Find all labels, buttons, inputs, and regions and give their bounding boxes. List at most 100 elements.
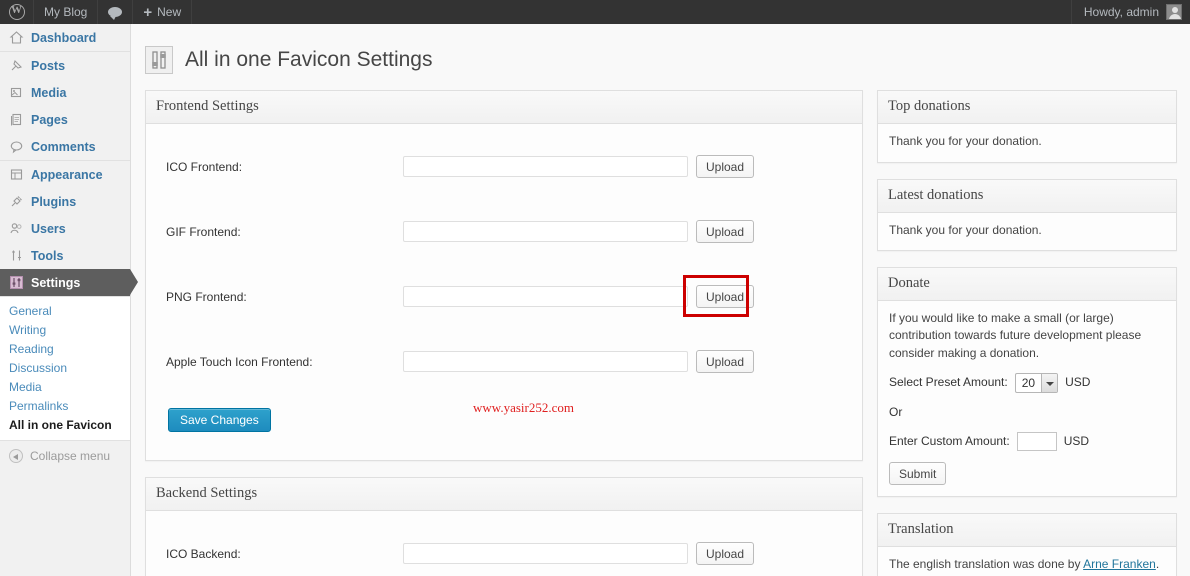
site-name-menu[interactable]: My Blog — [34, 0, 98, 24]
sidebar-item-plugins[interactable]: Plugins — [0, 188, 130, 215]
collapse-menu-label: Collapse menu — [30, 449, 110, 463]
howdy-label: Howdy, admin — [1084, 0, 1159, 24]
account-menu[interactable]: Howdy, admin — [1071, 0, 1190, 24]
sidebar-item-media[interactable]: Media — [0, 79, 130, 106]
backend-settings-body: ICO Backend: Upload GIF Backend: Upload — [146, 511, 862, 576]
columns: Frontend Settings ICO Frontend: Upload G… — [131, 90, 1190, 576]
sidebar-item-label: Media — [31, 86, 66, 100]
page-header: All in one Favicon Settings — [131, 24, 1190, 90]
form-row-apple-touch-icon-frontend: Apple Touch Icon Frontend: Upload — [158, 329, 850, 394]
chevron-down-icon — [1041, 374, 1057, 392]
sidebar-subitem-general[interactable]: General — [0, 301, 130, 320]
gif-frontend-input[interactable] — [403, 221, 688, 242]
form-row-png-frontend: PNG Frontend: Upload — [158, 264, 850, 329]
comments-bubble-button[interactable] — [98, 0, 133, 24]
sidebar-item-label: Pages — [31, 113, 68, 127]
latest-donations-box: Latest donations Thank you for your dona… — [877, 179, 1177, 251]
sidebar-subitem-reading[interactable]: Reading — [0, 339, 130, 358]
png-frontend-input[interactable] — [403, 286, 688, 307]
frontend-settings-box: Frontend Settings ICO Frontend: Upload G… — [145, 90, 863, 461]
plus-icon: + — [143, 5, 152, 20]
main-content: All in one Favicon Settings Frontend Set… — [130, 24, 1190, 576]
ico-backend-label: ICO Backend: — [158, 547, 403, 561]
form-row-ico-frontend: ICO Frontend: Upload — [158, 134, 850, 199]
custom-amount-input[interactable] — [1017, 432, 1057, 451]
sidebar-item-appearance[interactable]: Appearance — [0, 161, 130, 188]
translation-box: Translation The english translation was … — [877, 513, 1177, 576]
ico-frontend-upload-button[interactable]: Upload — [696, 155, 754, 178]
sidebar-subitem-writing[interactable]: Writing — [0, 320, 130, 339]
sidebar-item-tools[interactable]: Tools — [0, 242, 130, 269]
new-content-menu[interactable]: + New — [133, 0, 192, 24]
gif-frontend-label: GIF Frontend: — [158, 225, 403, 239]
latest-donations-heading: Latest donations — [878, 180, 1176, 213]
sidebar-item-users[interactable]: Users — [0, 215, 130, 242]
translation-author-link[interactable]: Arne Franken — [1083, 557, 1156, 571]
form-row-ico-backend: ICO Backend: Upload — [158, 521, 850, 576]
apple-touch-icon-frontend-label: Apple Touch Icon Frontend: — [158, 355, 403, 369]
preset-amount-select[interactable]: 20 — [1015, 373, 1058, 393]
admin-bar: My Blog + New Howdy, admin — [0, 0, 1190, 24]
translation-text-before: The english translation was done by — [889, 557, 1083, 571]
wordpress-logo-button[interactable] — [0, 0, 34, 24]
sidebar-item-comments[interactable]: Comments — [0, 133, 130, 160]
settings-submenu: General Writing Reading Discussion Media… — [0, 297, 130, 441]
pages-document-icon — [9, 112, 24, 127]
sidebar-item-label: Settings — [31, 276, 80, 290]
sidebar-subitem-all-in-one-favicon[interactable]: All in one Favicon — [0, 415, 130, 434]
save-changes-button[interactable]: Save Changes — [168, 408, 271, 432]
collapse-arrow-icon — [9, 449, 23, 463]
donate-description: If you would like to make a small (or la… — [889, 310, 1165, 362]
apple-touch-icon-frontend-input[interactable] — [403, 351, 688, 372]
main-column: Frontend Settings ICO Frontend: Upload G… — [145, 90, 863, 576]
side-column: Top donations Thank you for your donatio… — [877, 90, 1177, 576]
backend-settings-box: Backend Settings ICO Backend: Upload GIF… — [145, 477, 863, 576]
favicon-settings-icon — [145, 46, 173, 74]
sidebar-item-label: Users — [31, 222, 66, 236]
sidebar-subitem-permalinks[interactable]: Permalinks — [0, 396, 130, 415]
preset-amount-label: Select Preset Amount: — [889, 374, 1008, 391]
preset-amount-row: Select Preset Amount: 20 USD — [889, 373, 1165, 393]
donate-body: If you would like to make a small (or la… — [878, 301, 1176, 497]
translation-text-after: . — [1156, 557, 1159, 571]
preset-amount-value: 20 — [1016, 374, 1041, 392]
custom-amount-currency: USD — [1064, 433, 1089, 450]
tools-hammer-icon — [9, 248, 24, 263]
settings-sliders-icon — [9, 275, 24, 290]
submit-row: Submit — [889, 462, 1165, 485]
donate-submit-button[interactable]: Submit — [889, 462, 946, 485]
apple-touch-icon-frontend-upload-button[interactable]: Upload — [696, 350, 754, 373]
donate-heading: Donate — [878, 268, 1176, 301]
sidebar-item-label: Posts — [31, 59, 65, 73]
sidebar-item-label: Dashboard — [31, 31, 96, 45]
page-title: All in one Favicon Settings — [185, 49, 432, 70]
sidebar-item-label: Appearance — [31, 168, 103, 182]
posts-pin-icon — [9, 58, 24, 73]
png-frontend-upload-wrap: Upload — [688, 285, 754, 308]
sidebar-subitem-discussion[interactable]: Discussion — [0, 358, 130, 377]
sidebar-item-label: Plugins — [31, 195, 76, 209]
dashboard-home-icon — [9, 30, 24, 45]
wordpress-logo-icon — [9, 4, 25, 20]
or-label: Or — [889, 404, 902, 421]
sidebar-subitem-media[interactable]: Media — [0, 377, 130, 396]
custom-amount-label: Enter Custom Amount: — [889, 433, 1010, 450]
sidebar-item-posts[interactable]: Posts — [0, 52, 130, 79]
frontend-settings-body: ICO Frontend: Upload GIF Frontend: Uploa… — [146, 124, 862, 460]
sidebar-group-admin: Appearance Plugins Users Tools Settings — [0, 161, 130, 297]
gif-frontend-upload-button[interactable]: Upload — [696, 220, 754, 243]
ico-frontend-input[interactable] — [403, 156, 688, 177]
sidebar-item-settings[interactable]: Settings — [0, 269, 130, 296]
ico-backend-upload-button[interactable]: Upload — [696, 542, 754, 565]
ico-backend-input[interactable] — [403, 543, 688, 564]
appearance-brush-icon — [9, 167, 24, 182]
backend-settings-heading: Backend Settings — [146, 478, 862, 511]
save-row: Save Changes www.yasir252.com — [158, 394, 850, 448]
sidebar-item-pages[interactable]: Pages — [0, 106, 130, 133]
png-frontend-upload-button[interactable]: Upload — [696, 285, 754, 308]
latest-donations-body: Thank you for your donation. — [878, 213, 1176, 250]
png-frontend-label: PNG Frontend: — [158, 290, 403, 304]
collapse-menu-button[interactable]: Collapse menu — [0, 441, 130, 471]
sidebar-item-dashboard[interactable]: Dashboard — [0, 24, 130, 51]
donate-box: Donate If you would like to make a small… — [877, 267, 1177, 498]
